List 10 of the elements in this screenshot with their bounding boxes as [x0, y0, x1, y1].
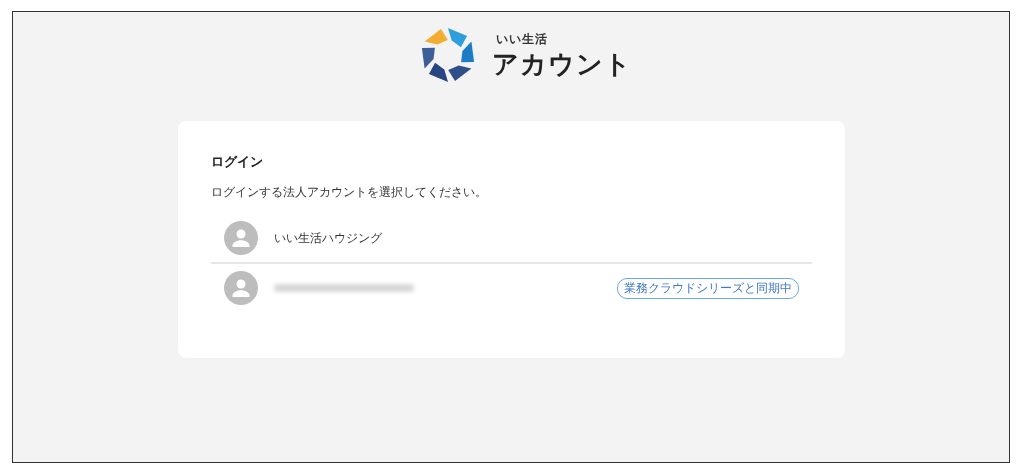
- login-heading: ログイン: [210, 153, 264, 171]
- account-item[interactable]: 業務クラウドシリーズと同期中: [210, 262, 812, 312]
- sync-badge: 業務クラウドシリーズと同期中: [616, 277, 799, 299]
- avatar-icon: [223, 271, 258, 305]
- instruction-text: ログインする法人アカウントを選択してください。: [210, 185, 488, 200]
- logo-title: アカウント: [492, 47, 632, 80]
- logo-subtitle: いい生活: [496, 30, 549, 48]
- avatar-icon: [223, 221, 258, 255]
- account-name: いい生活ハウジング: [273, 230, 382, 246]
- account-item[interactable]: いい生活ハウジング: [210, 214, 812, 262]
